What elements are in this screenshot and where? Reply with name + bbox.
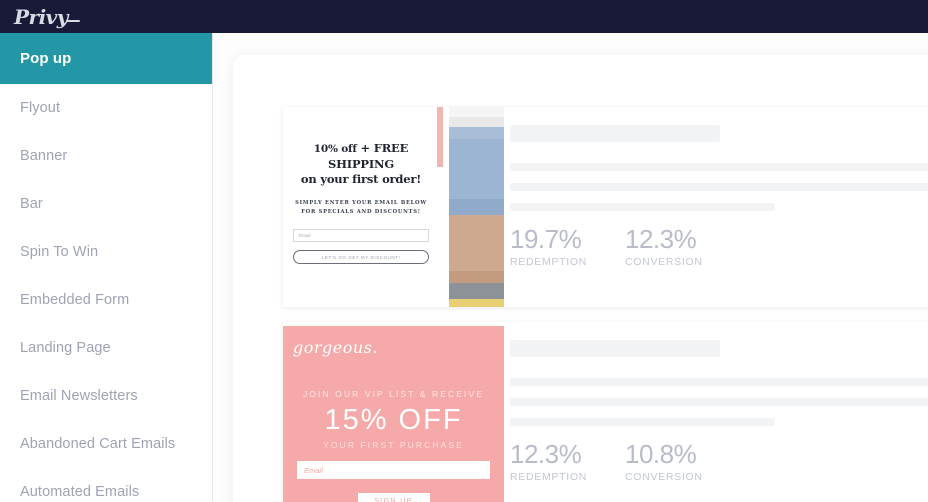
sidebar-item-automated-emails[interactable]: Automated Emails (0, 468, 212, 502)
privy-logo-flourish (65, 20, 80, 22)
sidebar-item-label: Automated Emails (20, 484, 140, 500)
popup-headline: 10% off + FREE SHIPPING on your first or… (293, 141, 429, 187)
popup-headline-line2: on your first order! (300, 172, 422, 186)
metric-conversion: 10.8% CONVERSION (625, 440, 703, 483)
popup-model-photo (437, 107, 504, 307)
skeleton-line-placeholder (510, 183, 928, 191)
sidebar-item-label: Bar (20, 196, 43, 212)
skeleton-title-placeholder (510, 340, 720, 357)
popup-email-placeholder: Email (299, 233, 311, 238)
metric-value: 12.3% (510, 439, 582, 469)
metrics-row: 19.7% REDEMPTION 12.3% CONVERSION (510, 225, 928, 268)
skeleton-line-placeholder (510, 203, 775, 211)
skeleton-line-placeholder (510, 418, 775, 426)
campaign-list-panel: 10% off + FREE SHIPPING on your first or… (233, 55, 928, 502)
sidebar-item-label: Embedded Form (20, 292, 130, 308)
popup-preview-pink: gorgeous. JOIN OUR VIP LIST & RECEIVE 15… (283, 322, 504, 502)
sidebar-item-label: Abandoned Cart Emails (20, 436, 176, 452)
sidebar-item-spin-to-win[interactable]: Spin To Win (0, 228, 212, 276)
metric-conversion: 12.3% CONVERSION (625, 225, 703, 268)
popup-cta-button[interactable]: LET'S GO GET MY DISCOUNT! (293, 250, 429, 264)
app-root: Privy Pop up Flyout Banner Bar Spin To W… (0, 0, 928, 502)
popup-offer: 15% OFF (324, 404, 463, 436)
metric-redemption: 12.3% REDEMPTION (510, 440, 587, 483)
privy-logo-text: Privy (14, 5, 68, 29)
sidebar-item-label: Spin To Win (20, 244, 99, 260)
sidebar-item-flyout[interactable]: Flyout (0, 84, 212, 132)
popup-script-word: gorgeous. (293, 338, 378, 357)
popup-cta-label: SIGN UP (374, 498, 413, 502)
popup-join-line: JOIN OUR VIP LIST & RECEIVE (302, 389, 485, 399)
metric-label: CONVERSION (625, 471, 703, 483)
privy-logo[interactable]: Privy (14, 4, 84, 30)
campaign-preview-thumbnail[interactable]: gorgeous. JOIN OUR VIP LIST & RECEIVE 15… (283, 322, 504, 502)
skeleton-line-placeholder (510, 163, 928, 171)
campaign-card[interactable]: gorgeous. JOIN OUR VIP LIST & RECEIVE 15… (283, 322, 928, 502)
sidebar-item-label: Pop up (20, 50, 72, 67)
popup-subheadline-line2: FOR SPECIALS AND DISCOUNTS! (301, 208, 421, 215)
sidebar-item-label: Landing Page (20, 340, 111, 356)
popup-email-input[interactable]: Email (297, 461, 490, 479)
metric-label: REDEMPTION (510, 471, 588, 483)
sidebar-item-bar[interactable]: Bar (0, 180, 212, 228)
popup-subheadline-line1: SIMPLY ENTER YOUR EMAIL BELOW (295, 200, 427, 206)
sidebar-item-label: Flyout (20, 100, 61, 116)
campaign-preview-thumbnail[interactable]: 10% off + FREE SHIPPING on your first or… (283, 107, 504, 307)
top-navbar: Privy (0, 0, 928, 33)
popup-purchase-line: YOUR FIRST PURCHASE (323, 440, 464, 450)
sidebar-item-landing-page[interactable]: Landing Page (0, 324, 212, 372)
sidebar-item-embedded-form[interactable]: Embedded Form (0, 276, 212, 324)
metric-value: 10.8% (625, 439, 697, 469)
metric-value: 12.3% (625, 224, 697, 254)
skeleton-title-placeholder (510, 125, 720, 142)
popup-preview-content: 10% off + FREE SHIPPING on your first or… (283, 107, 437, 307)
metrics-row: 12.3% REDEMPTION 10.8% CONVERSION (510, 440, 928, 483)
popup-cta-button[interactable]: SIGN UP (357, 493, 430, 502)
skeleton-line-placeholder (510, 398, 928, 406)
popup-preview-white: 10% off + FREE SHIPPING on your first or… (283, 107, 504, 307)
metric-label: REDEMPTION (510, 256, 588, 268)
popup-subheadline: SIMPLY ENTER YOUR EMAIL BELOW FOR SPECIA… (293, 199, 429, 216)
campaign-stats: 12.3% REDEMPTION 10.8% CONVERSION (504, 322, 928, 502)
sidebar-item-abandoned-cart-emails[interactable]: Abandoned Cart Emails (0, 420, 212, 468)
metric-value: 19.7% (510, 224, 582, 254)
main-content: 10% off + FREE SHIPPING on your first or… (213, 33, 928, 502)
popup-headline-lead: 10% off (313, 143, 357, 155)
sidebar-item-email-newsletters[interactable]: Email Newsletters (0, 372, 212, 420)
sidebar-item-label: Banner (20, 148, 68, 164)
popup-cta-label: LET'S GO GET MY DISCOUNT! (321, 254, 401, 260)
popup-email-placeholder: Email (304, 465, 323, 475)
sidebar-item-label: Email Newsletters (20, 388, 138, 404)
sidebar-item-pop-up[interactable]: Pop up (0, 33, 212, 84)
popup-email-input[interactable]: Email (293, 229, 429, 242)
sidebar-nav: Pop up Flyout Banner Bar Spin To Win Emb… (0, 33, 213, 502)
sidebar-item-banner[interactable]: Banner (0, 132, 212, 180)
campaign-card[interactable]: 10% off + FREE SHIPPING on your first or… (283, 107, 928, 307)
metric-label: CONVERSION (625, 256, 703, 268)
campaign-stats: 19.7% REDEMPTION 12.3% CONVERSION (504, 107, 928, 307)
metric-redemption: 19.7% REDEMPTION (510, 225, 587, 268)
skeleton-line-placeholder (510, 378, 928, 386)
